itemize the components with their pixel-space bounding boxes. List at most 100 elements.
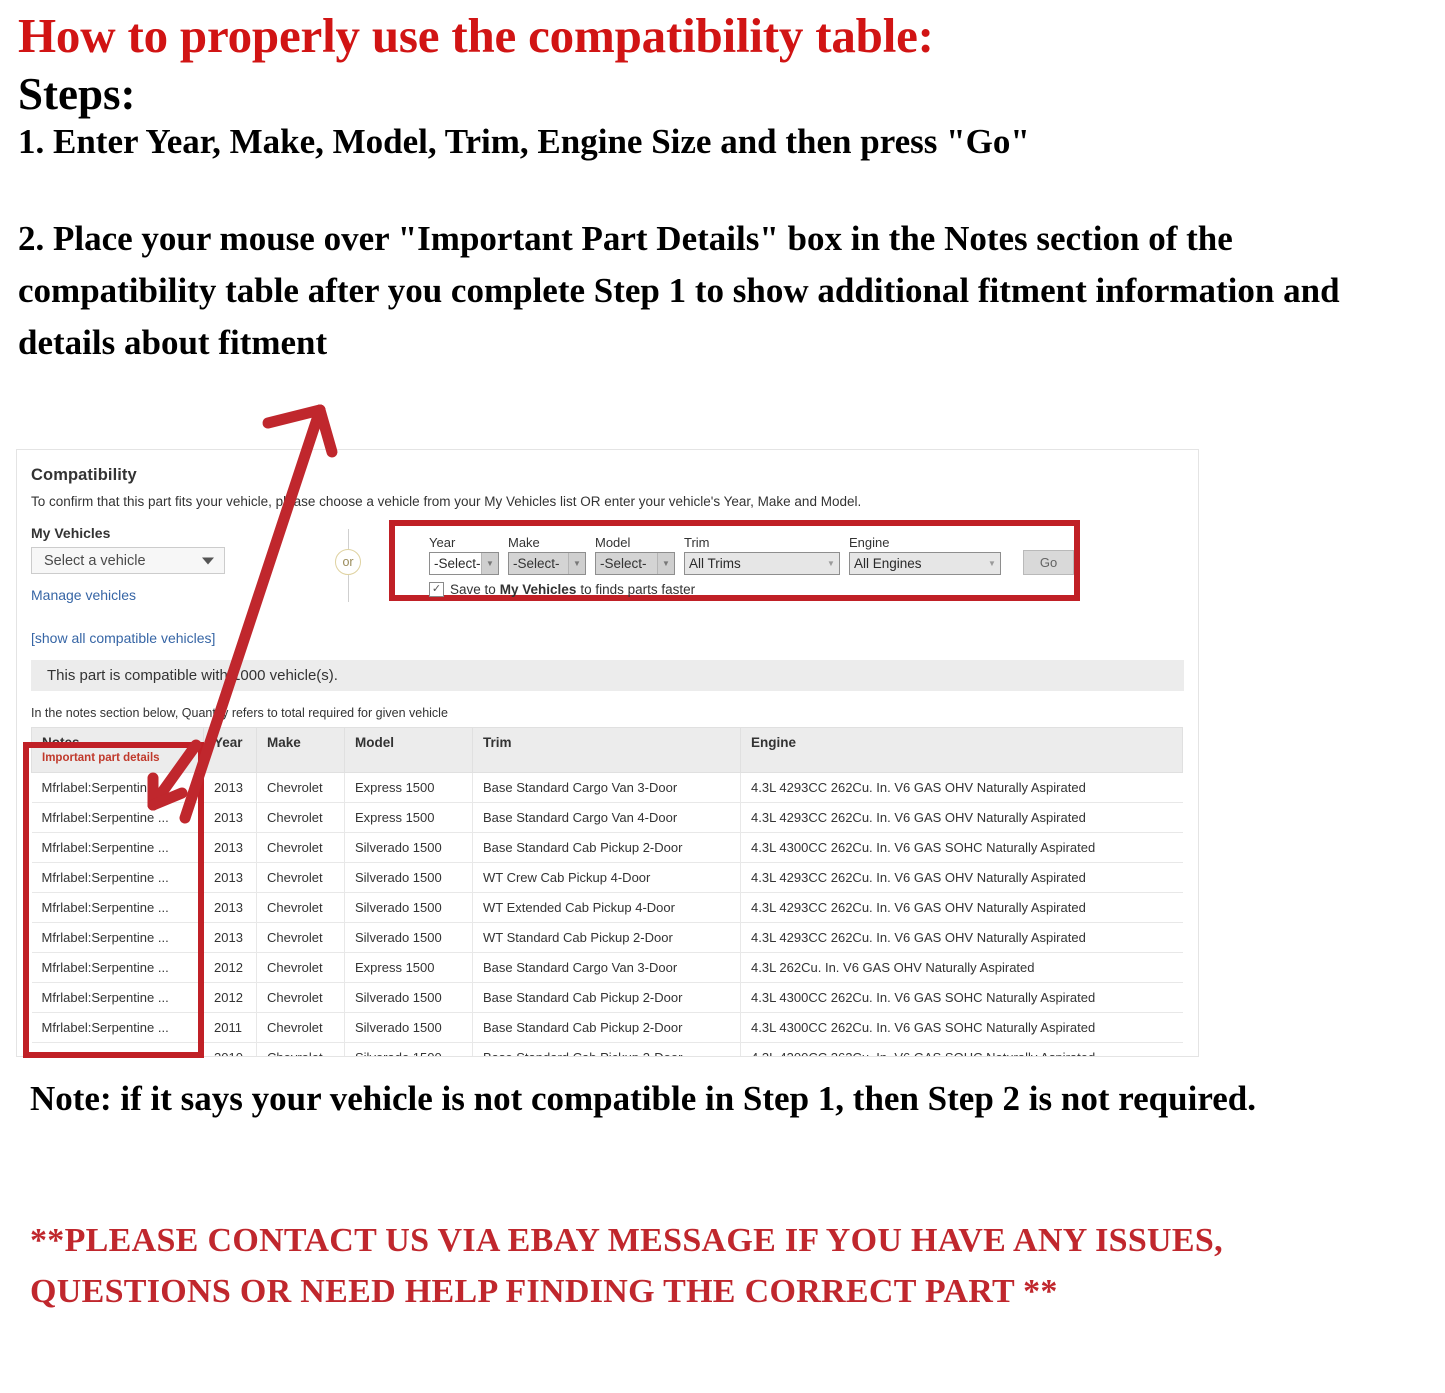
table-cell-engine: 4.3L 4293CC 262Cu. In. V6 GAS OHV Natura…	[740, 922, 1183, 953]
compatibility-table: Notes Important part details Year Make M…	[31, 727, 1183, 1056]
or-label: or	[335, 549, 361, 575]
table-cell-make: Chevrolet	[256, 772, 345, 803]
table-cell-make: Chevrolet	[256, 862, 345, 893]
table-cell-model: Silverado 1500	[344, 832, 473, 863]
table-cell-engine: 4.3L 262Cu. In. V6 GAS OHV Naturally Asp…	[740, 952, 1183, 983]
table-header-engine: Engine	[740, 727, 1183, 773]
table-cell-make: Chevrolet	[256, 982, 345, 1013]
table-cell-make: Chevrolet	[256, 1042, 345, 1056]
make-select-value: -Select-	[513, 556, 560, 571]
table-row: Mfrlabel:Serpentine ... 2013 Chevrolet Expr…	[31, 802, 1183, 833]
table-header-notes: Notes Important part details	[31, 727, 204, 773]
table-cell-engine: 4.3L 4300CC 262Cu. In. V6 GAS SOHC Natur…	[740, 832, 1183, 863]
table-cell-notes[interactable]: Mfrlabel:Serpentine ...	[31, 1012, 204, 1043]
make-label: Make	[508, 535, 540, 550]
table-cell-notes[interactable]: Mfrlabel:Serpentine ...	[31, 832, 204, 863]
chevron-down-icon	[202, 557, 214, 564]
table-cell-trim: Base Standard Cargo Van 4-Door	[472, 802, 741, 833]
table-row: Mfrlabel:Serpentine ... 2012 Chevrolet Silv…	[31, 982, 1183, 1013]
table-cell-engine: 4.3L 4293CC 262Cu. In. V6 GAS OHV Natura…	[740, 772, 1183, 803]
go-button[interactable]: Go	[1023, 550, 1074, 575]
table-cell-notes[interactable]: Mfrlabel:Serpentine ...	[31, 922, 204, 953]
engine-field: Engine All Engines ▼	[849, 535, 1001, 575]
table-row: Mfrlabel:Serpentine ...2010ChevroletSilv…	[31, 1042, 1183, 1056]
table-cell-year: 2013	[203, 802, 257, 833]
table-cell-make: Chevrolet	[256, 952, 345, 983]
table-header-trim: Trim	[472, 727, 741, 773]
table-row: Mfrlabel:Serpentine ... 2012 Chevrolet Expr…	[31, 952, 1183, 983]
table-cell-make: Chevrolet	[256, 1012, 345, 1043]
table-cell-engine: 4.3L 4293CC 262Cu. In. V6 GAS OHV Natura…	[740, 892, 1183, 923]
table-cell-trim: Base Standard Cab Pickup 2-Door	[472, 832, 741, 863]
table-cell-make: Chevrolet	[256, 802, 345, 833]
step-one-text: 1. Enter Year, Make, Model, Trim, Engine…	[18, 122, 1030, 162]
model-select[interactable]: -Select- ▼	[595, 552, 675, 575]
table-cell-make: Chevrolet	[256, 832, 345, 863]
trim-select[interactable]: All Trims ▼	[684, 552, 840, 575]
table-cell-model: Silverado 1500	[344, 982, 473, 1013]
table-cell-year: 2013	[203, 922, 257, 953]
my-vehicles-column: My Vehicles Select a vehicle Manage vehi…	[31, 525, 281, 646]
show-all-compatible-vehicles-link[interactable]: [show all compatible vehicles]	[31, 630, 281, 646]
make-field: Make -Select- ▼	[508, 535, 586, 575]
table-cell-trim: WT Extended Cab Pickup 4-Door	[472, 892, 741, 923]
table-cell-year: 2013	[203, 832, 257, 863]
important-part-details-label: Important part details	[42, 752, 160, 764]
chevron-down-icon: ▼	[568, 553, 585, 574]
table-cell-notes[interactable]: Mfrlabel:Serpentine ...	[31, 772, 204, 803]
table-cell-trim: Base Standard Cab Pickup 2-Door	[472, 982, 741, 1013]
table-cell-model: Express 1500	[344, 802, 473, 833]
save-bold-text: My Vehicles	[499, 582, 577, 597]
or-divider-line-bottom	[347, 575, 349, 602]
or-divider-line-top	[347, 529, 349, 549]
table-cell-year: 2013	[203, 892, 257, 923]
table-cell-notes[interactable]: Mfrlabel:Serpentine ...	[31, 982, 204, 1013]
chevron-down-icon: ▼	[481, 553, 498, 574]
table-cell-notes[interactable]: Mfrlabel:Serpentine ...	[31, 802, 204, 833]
table-cell-trim: WT Standard Cab Pickup 2-Door	[472, 922, 741, 953]
year-select[interactable]: -Select- ▼	[429, 552, 499, 575]
table-header-make: Make	[256, 727, 345, 773]
table-cell-model: Silverado 1500	[344, 892, 473, 923]
table-cell-notes[interactable]: Mfrlabel:Serpentine ...	[31, 952, 204, 983]
engine-select[interactable]: All Engines ▼	[849, 552, 1001, 575]
year-field: Year -Select- ▼	[429, 535, 499, 575]
table-cell-notes[interactable]: Mfrlabel:Serpentine ...	[31, 862, 204, 893]
or-divider: or	[323, 529, 373, 629]
save-suffix-text: to finds parts faster	[580, 582, 696, 597]
table-cell-model: Silverado 1500	[344, 1012, 473, 1043]
year-label: Year	[429, 535, 456, 550]
table-cell-model: Silverado 1500	[344, 922, 473, 953]
make-select[interactable]: -Select- ▼	[508, 552, 586, 575]
table-cell-model: Silverado 1500	[344, 1042, 473, 1056]
page-title: How to properly use the compatibility ta…	[18, 8, 934, 63]
table-cell-trim: Base Standard Cab Pickup 2-Door	[472, 1012, 741, 1043]
notes-quantity-hint: In the notes section below, Quantity ref…	[31, 706, 448, 720]
my-vehicles-select[interactable]: Select a vehicle	[31, 547, 225, 574]
contact-text: **PLEASE CONTACT US VIA EBAY MESSAGE IF …	[30, 1222, 1223, 1310]
step-two-text: 2. Place your mouse over "Important Part…	[18, 219, 1340, 362]
chevron-down-icon: ▼	[657, 553, 674, 574]
trim-field: Trim All Trims ▼	[684, 535, 840, 575]
manage-vehicles-link[interactable]: Manage vehicles	[31, 587, 281, 603]
table-header-row: Notes Important part details Year Make M…	[31, 727, 1183, 773]
my-vehicles-label: My Vehicles	[31, 525, 111, 541]
table-cell-notes[interactable]: Mfrlabel:Serpentine ...	[31, 892, 204, 923]
save-to-my-vehicles-row: ✓ Save to My Vehicles to finds parts fas…	[395, 575, 1074, 597]
table-cell-notes[interactable]: Mfrlabel:Serpentine ...	[31, 1042, 204, 1056]
chevron-down-icon: ▼	[827, 559, 835, 568]
trim-select-value: All Trims	[689, 556, 741, 571]
table-cell-engine: 4.3L 4293CC 262Cu. In. V6 GAS OHV Natura…	[740, 802, 1183, 833]
table-cell-trim: Base Standard Cargo Van 3-Door	[472, 772, 741, 803]
trim-label: Trim	[684, 535, 710, 550]
model-label: Model	[595, 535, 631, 550]
table-row: Mfrlabel:Serpentine ... 2013 Chevrolet Silv…	[31, 892, 1183, 923]
my-vehicles-select-value: Select a vehicle	[44, 552, 146, 569]
table-header-year: Year	[203, 727, 257, 773]
table-row: Mfrlabel:Serpentine ... 2013 Chevrolet Silv…	[31, 832, 1183, 863]
compatible-count-banner: This part is compatible with 1000 vehicl…	[31, 660, 1184, 691]
save-vehicle-checkbox[interactable]: ✓	[429, 582, 444, 597]
save-prefix-text: Save to	[450, 582, 496, 597]
table-row: Mfrlabel:Serpentine ... 2013 Chevrolet Expr…	[31, 772, 1183, 803]
table-header-notes-label: Notes	[42, 735, 80, 750]
